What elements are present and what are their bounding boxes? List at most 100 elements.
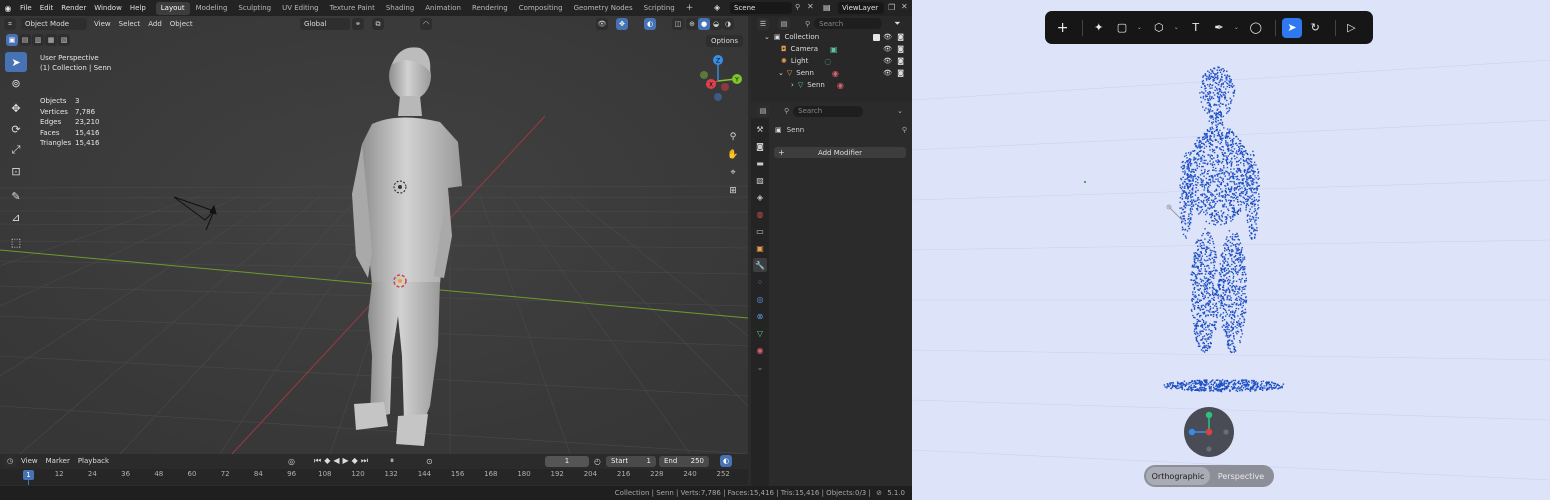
measure-tool-icon[interactable]: ⊿ xyxy=(5,207,27,227)
pen-icon[interactable]: ✒ xyxy=(1209,18,1228,38)
select-invert-icon[interactable]: ▦ xyxy=(45,34,57,46)
menu-file[interactable]: File xyxy=(16,0,36,16)
menu-render[interactable]: Render xyxy=(57,0,90,16)
material-tab-icon[interactable]: ◉ xyxy=(753,343,767,357)
material-shading-icon[interactable]: ◒ xyxy=(710,18,722,30)
outliner-row-senn-mesh[interactable]: › ▽ Senn ◉ xyxy=(751,79,912,91)
add-cube-tool-icon[interactable]: ⬚ xyxy=(5,232,27,252)
point-cloud-viewer[interactable]: + ✦ ▢ ⌄ ⬡ ⌄ T ✒ ⌄ ◯ ➤ ↻ ▷ Orthographic P… xyxy=(912,0,1550,500)
menu-help[interactable]: Help xyxy=(126,0,150,16)
menu-edit[interactable]: Edit xyxy=(36,0,58,16)
rectangle-icon[interactable]: ▢ xyxy=(1112,18,1131,38)
render-icon[interactable]: ◙ xyxy=(897,45,904,53)
perspective-button[interactable]: Perspective xyxy=(1210,467,1272,485)
render-icon[interactable]: ◙ xyxy=(897,69,904,77)
tab-compositing[interactable]: Compositing xyxy=(514,2,568,15)
play-icon[interactable]: ▶ xyxy=(343,456,349,466)
wireframe-shading-icon[interactable]: ⊕ xyxy=(686,18,698,30)
dropdown-icon[interactable]: ⌄ xyxy=(897,107,903,115)
visibility-icon[interactable]: 👁 xyxy=(596,18,608,30)
options-button[interactable]: Options xyxy=(705,35,743,47)
pin-icon[interactable]: ⚲ xyxy=(795,3,800,11)
pause-icon[interactable]: ⏸ xyxy=(390,456,394,466)
prev-keyframe-icon[interactable]: ◆ xyxy=(324,456,330,466)
xray-icon[interactable]: ◫ xyxy=(672,18,684,30)
select-intersect-icon[interactable]: ▧ xyxy=(58,34,70,46)
tool-tab-icon[interactable]: ⚒ xyxy=(753,122,767,136)
properties-search-input[interactable]: Search xyxy=(793,105,864,117)
tab-layout[interactable]: Layout xyxy=(155,1,190,15)
text-icon[interactable]: T xyxy=(1186,18,1205,38)
menu-window[interactable]: Window xyxy=(90,0,126,16)
tab-uv-editing[interactable]: UV Editing xyxy=(277,2,324,15)
annotate-tool-icon[interactable]: ✎ xyxy=(5,186,27,206)
outliner-row-light[interactable]: ✺ Light ◌ 👁 ◙ xyxy=(751,55,912,67)
ortho-grid-icon[interactable]: ⊞ xyxy=(726,184,740,198)
tab-scripting[interactable]: Scripting xyxy=(639,2,680,15)
camera-view-icon[interactable]: ⌖ xyxy=(726,166,740,180)
scene-tab-icon[interactable]: ◈ xyxy=(753,190,767,204)
viewport-menu-object[interactable]: Object xyxy=(166,20,197,28)
snap-icon[interactable]: ⧉ xyxy=(372,18,384,30)
viewport-menu-add[interactable]: Add xyxy=(144,20,166,28)
select-new-icon[interactable]: ▣ xyxy=(6,34,18,46)
cursor-select-icon[interactable]: ➤ xyxy=(1282,17,1302,38)
viewer-orientation-gizmo[interactable] xyxy=(1184,407,1234,457)
gizmo-toggle-icon[interactable]: ✥ xyxy=(616,18,628,30)
expand-icon[interactable]: ⌄ xyxy=(778,69,784,77)
scene-icon[interactable]: ◈ xyxy=(714,3,720,12)
pan-hand-icon[interactable]: ✋ xyxy=(726,148,740,162)
view-layer-selector[interactable]: ViewLayer xyxy=(838,2,884,14)
exclude-checkbox[interactable] xyxy=(873,33,880,41)
eye-icon[interactable]: 👁 xyxy=(883,33,892,41)
add-modifier-button[interactable]: + Add Modifier xyxy=(774,147,906,158)
close-icon[interactable]: ✕ xyxy=(807,2,814,11)
orbit-icon[interactable]: ↻ xyxy=(1306,18,1325,38)
eye-icon[interactable]: 👁 xyxy=(883,57,892,65)
view-layer-tab-icon[interactable]: ▨ xyxy=(753,173,767,187)
outliner-editor-type-icon[interactable]: ☰ xyxy=(757,17,769,30)
play-icon[interactable]: ▷ xyxy=(1342,18,1361,38)
outliner-row-collection[interactable]: ⌄ ▣ Collection 👁 ◙ xyxy=(751,31,912,43)
eye-icon[interactable]: 👁 xyxy=(883,45,892,53)
navigation-gizmo[interactable]: Z Y X xyxy=(692,53,746,107)
timeline-filter-icon[interactable]: ◐ xyxy=(720,455,732,467)
timeline-ruler[interactable]: 1 12 24 36 48 60 72 84 96 108 120 132 144 156 168 180 1… xyxy=(0,469,748,485)
render-tab-icon[interactable]: ◙ xyxy=(753,139,767,153)
timeline-menu-playback[interactable]: Playback xyxy=(74,457,113,465)
end-frame-field[interactable]: End 250 xyxy=(659,455,709,467)
scene-selector[interactable]: Scene xyxy=(730,2,792,14)
3d-viewport[interactable]: ⌗ Object Mode View Select Add Object Glo… xyxy=(0,16,748,454)
chevron-down-icon[interactable]: ⌄ xyxy=(1136,18,1144,38)
tab-animation[interactable]: Animation xyxy=(420,2,466,15)
rotate-tool-icon[interactable]: ⟳ xyxy=(5,119,27,139)
tab-texture-paint[interactable]: Texture Paint xyxy=(325,2,380,15)
object-tab-icon[interactable]: ▣ xyxy=(753,241,767,255)
editor-type-icon[interactable]: ⌗ xyxy=(4,18,16,30)
add-workspace-button[interactable]: + xyxy=(681,2,699,15)
play-reverse-icon[interactable]: ◀ xyxy=(333,456,339,466)
outliner-search-input[interactable]: Search xyxy=(814,18,883,29)
cursor-tool-icon[interactable]: ⊚ xyxy=(5,73,27,93)
particles-tab-icon[interactable]: ⁘ xyxy=(753,275,767,289)
outliner-row-senn[interactable]: ⌄ ▽ Senn ◉ 👁 ◙ xyxy=(751,67,912,79)
display-mode-icon[interactable]: ▤ xyxy=(778,17,790,30)
tab-shading[interactable]: Shading xyxy=(381,2,419,15)
jump-start-icon[interactable]: ⏮ xyxy=(314,456,321,466)
timeline-menu-marker[interactable]: Marker xyxy=(42,457,74,465)
tab-modeling[interactable]: Modeling xyxy=(191,2,233,15)
blender-logo-icon[interactable]: ◉ xyxy=(0,0,16,16)
tab-geometry-nodes[interactable]: Geometry Nodes xyxy=(569,2,638,15)
output-tab-icon[interactable]: ▬ xyxy=(753,156,767,170)
select-extend-icon[interactable]: ▤ xyxy=(19,34,31,46)
constraints-tab-icon[interactable]: ⊗ xyxy=(753,309,767,323)
overlay-toggle-icon[interactable]: ◐ xyxy=(644,18,656,30)
playhead[interactable]: 1 xyxy=(23,470,34,480)
chevron-down-icon[interactable]: ⌄ xyxy=(1172,18,1180,38)
timeline-menu-view[interactable]: View xyxy=(17,457,42,465)
world-tab-icon[interactable]: ◍ xyxy=(753,207,767,221)
more-tabs-icon[interactable]: ⌄ xyxy=(753,360,767,374)
keying-icon[interactable]: ◎ xyxy=(288,457,295,466)
eye-icon[interactable]: 👁 xyxy=(883,69,892,77)
transform-tool-icon[interactable]: ⊡ xyxy=(5,161,27,181)
